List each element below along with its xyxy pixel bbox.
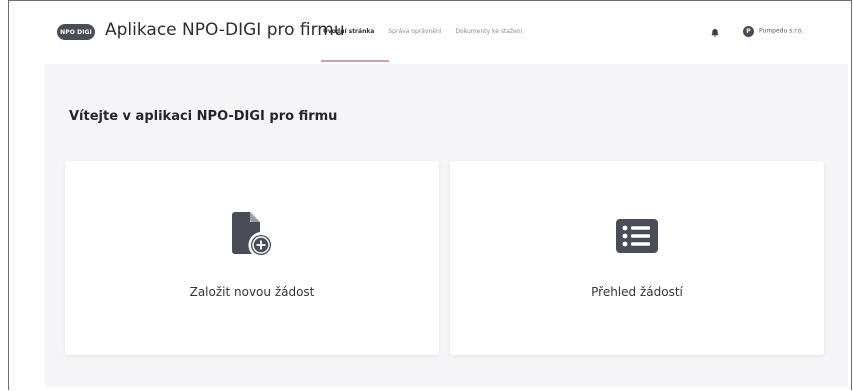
nav-item-permissions[interactable]: Správa oprávnění xyxy=(388,28,441,35)
app-title[interactable]: Aplikace NPO-DIGI pro firmu xyxy=(105,20,345,40)
nav-item-home[interactable]: Úvodní stránka xyxy=(323,28,374,35)
main-nav: Úvodní stránka Správa oprávnění Dokument… xyxy=(323,21,522,41)
page-title: Vítejte v aplikaci NPO-DIGI pro firmu xyxy=(69,109,338,124)
new-application-card[interactable]: Založit novou žádost xyxy=(65,161,439,355)
app-logo[interactable]: NPO DIGI xyxy=(57,24,95,40)
app-window: NPO DIGI Aplikace NPO-DIGI pro firmu Úvo… xyxy=(8,0,852,390)
file-plus-icon xyxy=(232,212,271,255)
main-content: Vítejte v aplikaci NPO-DIGI pro firmu Za… xyxy=(45,64,848,387)
new-application-label: Založit novou žádost xyxy=(189,285,315,299)
applications-overview-label: Přehled žádostí xyxy=(591,285,683,299)
list-icon xyxy=(616,219,658,253)
user-avatar[interactable]: P xyxy=(743,26,754,37)
user-name[interactable]: Pumpedu s.r.o. xyxy=(759,28,804,35)
active-tab-indicator xyxy=(321,60,389,62)
top-header: NPO DIGI Aplikace NPO-DIGI pro firmu Úvo… xyxy=(9,1,851,63)
logo-text: NPO DIGI xyxy=(60,28,92,36)
nav-item-downloads[interactable]: Dokumenty ke stažení xyxy=(455,28,522,35)
applications-overview-card[interactable]: Přehled žádostí xyxy=(450,161,824,355)
bell-icon[interactable] xyxy=(711,28,719,37)
user-avatar-initial: P xyxy=(746,28,751,35)
